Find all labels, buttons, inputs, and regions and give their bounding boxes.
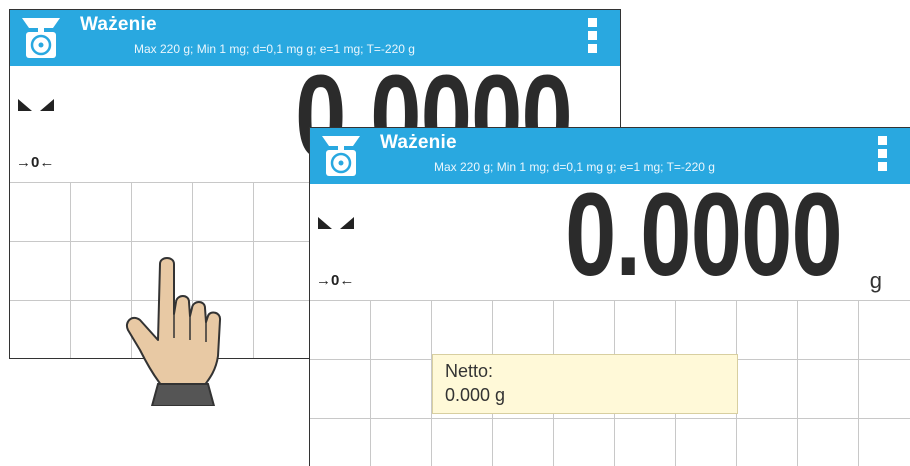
zero-indicator: →0← [16,154,55,171]
stability-icon [318,217,354,229]
stability-icon [18,99,54,111]
weighing-display: →0← 0.0000 g [310,176,910,300]
menu-icon[interactable] [878,136,888,174]
scale-icon[interactable] [20,16,62,60]
screen-title: Ważenie [380,132,457,153]
net-value: 0.000 g [445,385,506,405]
hand-pointer-icon [126,257,222,406]
unit-label: g [869,268,882,293]
menu-icon[interactable] [588,18,598,56]
scale-icon[interactable] [320,134,362,178]
screen-title: Ważenie [80,14,157,35]
net-label: Netto: [445,361,494,381]
zero-indicator: →0← [316,272,355,289]
net-info-field[interactable]: Netto: 0.000 g [432,354,738,414]
front-weighing-screen: Ważenie Max 220 g; Min 1 mg; d=0,1 mg g;… [309,127,910,466]
mass-reading: 0.0000 [565,169,843,301]
